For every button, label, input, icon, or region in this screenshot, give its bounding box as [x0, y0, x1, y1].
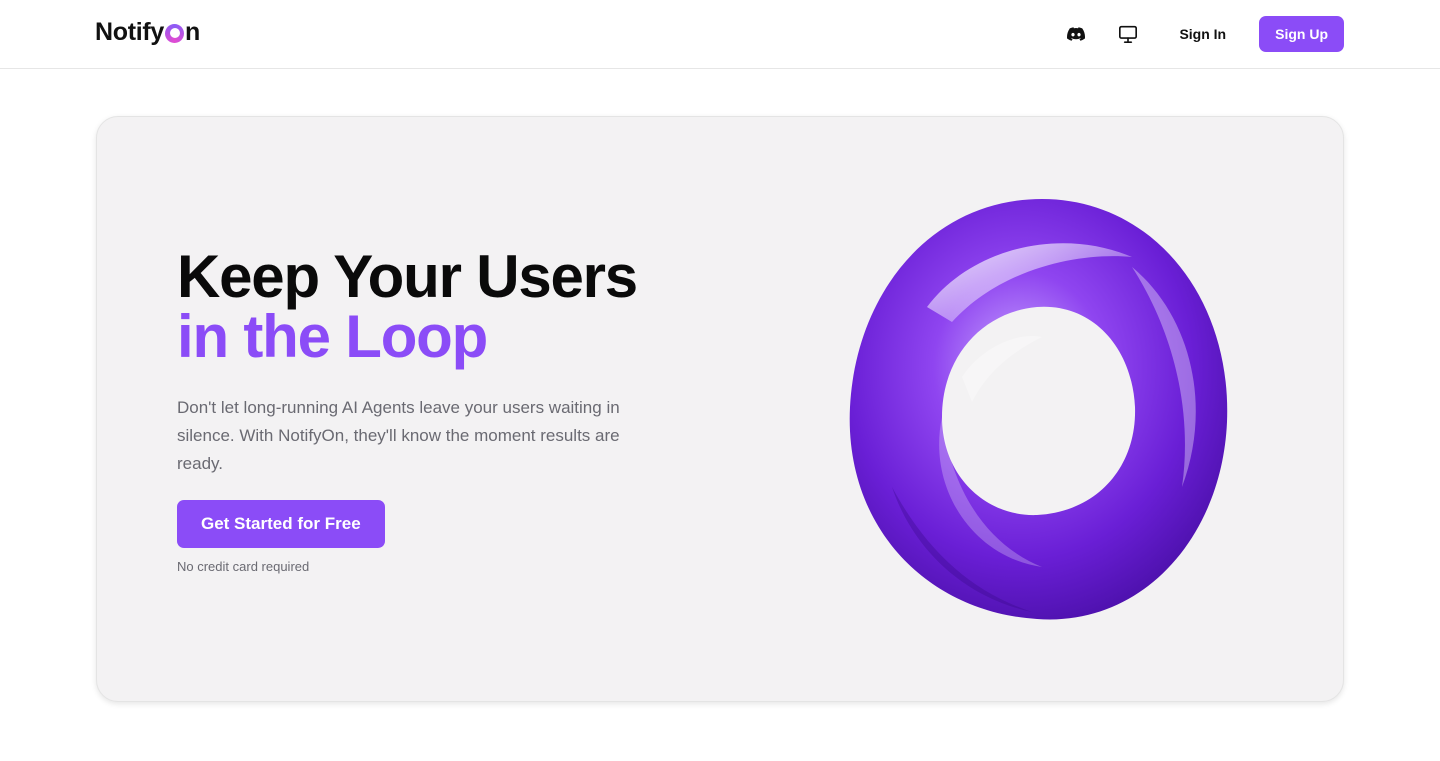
sign-up-button[interactable]: Sign Up	[1259, 16, 1344, 52]
headline-line-2: in the Loop	[177, 303, 488, 370]
hero-card: Keep Your Users in the Loop Don't let lo…	[96, 116, 1344, 702]
logo-text-start: Notify	[95, 18, 165, 46]
hero-headline: Keep Your Users in the Loop	[177, 247, 677, 367]
discord-icon	[1067, 27, 1086, 41]
cta-note: No credit card required	[177, 559, 310, 574]
hero-subtitle: Don't let long-running AI Agents leave y…	[177, 398, 620, 473]
top-navbar: Notify n Sign In Sign Up	[0, 0, 1440, 69]
headline-line-1: Keep Your Users	[177, 243, 638, 310]
purple-ring-illustration	[849, 199, 1228, 620]
nav-actions: Sign In Sign Up	[1058, 16, 1344, 52]
discord-button[interactable]	[1058, 16, 1094, 52]
get-started-button[interactable]: Get Started for Free	[177, 500, 385, 548]
logo-o-ring-icon	[165, 23, 185, 43]
theme-toggle-button[interactable]	[1110, 16, 1146, 52]
logo-text-end: n	[185, 18, 201, 46]
monitor-icon	[1119, 25, 1138, 43]
hero-text: Keep Your Users in the Loop Don't let lo…	[177, 247, 677, 574]
notifyon-logo[interactable]: Notify n	[95, 17, 200, 47]
sign-in-link[interactable]: Sign In	[1162, 16, 1243, 52]
